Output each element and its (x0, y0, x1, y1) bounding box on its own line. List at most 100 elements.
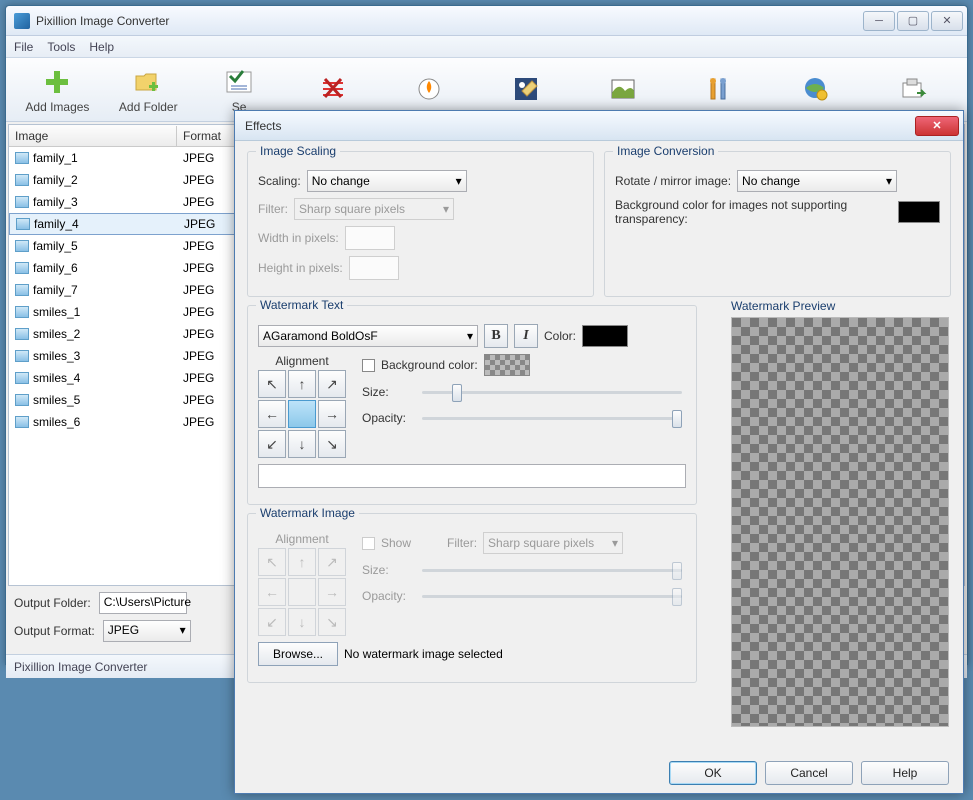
align-right[interactable]: → (318, 400, 346, 428)
dialog-titlebar[interactable]: Effects ✕ (235, 111, 963, 141)
size-label: Size: (362, 385, 412, 399)
font-select[interactable]: AGaramond BoldOsF▾ (258, 325, 478, 347)
no-image-text: No watermark image selected (344, 647, 503, 661)
align-left[interactable]: ← (258, 400, 286, 428)
output-format-select[interactable]: JPEG▾ (103, 620, 191, 642)
align2-bl: ↙ (258, 608, 286, 636)
show-checkbox[interactable] (362, 537, 375, 550)
scaling-select[interactable]: No change▾ (307, 170, 467, 192)
file-format: JPEG (177, 195, 241, 209)
watermark-text-group: Watermark Text AGaramond BoldOsF▾ B I Co… (247, 305, 697, 505)
file-format: JPEG (177, 349, 241, 363)
add-images-button[interactable]: Add Images (12, 60, 103, 120)
bgcolor-label: Background color for images not supporti… (615, 198, 892, 226)
width-field (345, 226, 395, 250)
tools-icon (703, 73, 735, 105)
close-button[interactable]: ✕ (931, 11, 963, 31)
dialog-close-button[interactable]: ✕ (915, 116, 959, 136)
watermark-text-input[interactable] (258, 464, 686, 488)
preview-canvas (731, 317, 949, 727)
browse-button[interactable]: Browse... (258, 642, 338, 666)
size2-label: Size: (362, 563, 412, 577)
file-icon (15, 196, 29, 208)
align2-c (288, 578, 316, 606)
menu-file[interactable]: File (14, 40, 33, 54)
menu-tools[interactable]: Tools (47, 40, 75, 54)
align-top[interactable]: ↑ (288, 370, 316, 398)
file-icon (16, 218, 30, 230)
add-folder-button[interactable]: Add Folder (103, 60, 194, 120)
size-slider[interactable] (422, 382, 682, 402)
rotate-label: Rotate / mirror image: (615, 174, 731, 188)
filter-select: Sharp square pixels▾ (294, 198, 454, 220)
image-scaling-group: Image Scaling Scaling: No change▾ Filter… (247, 151, 594, 297)
output-format-label: Output Format: (14, 624, 95, 638)
align-bottom[interactable]: ↓ (288, 430, 316, 458)
col-image[interactable]: Image (9, 126, 177, 146)
help-button[interactable]: Help (861, 761, 949, 785)
file-format: JPEG (178, 217, 242, 231)
bgcolor-swatch[interactable] (898, 201, 940, 223)
file-name: smiles_2 (33, 327, 80, 341)
menu-help[interactable]: Help (89, 40, 114, 54)
file-icon (15, 328, 29, 340)
minimize-button[interactable]: ─ (863, 11, 895, 31)
status-text: Pixillion Image Converter (14, 660, 147, 674)
dialog-title: Effects (245, 119, 915, 133)
app-title: Pixillion Image Converter (36, 14, 863, 28)
file-name: smiles_1 (33, 305, 80, 319)
output-folder-field[interactable]: C:\Users\Picture (99, 592, 187, 614)
ok-button[interactable]: OK (669, 761, 757, 785)
file-format: JPEG (177, 151, 241, 165)
file-format: JPEG (177, 393, 241, 407)
col-format[interactable]: Format (177, 126, 241, 146)
alignment-grid: ↖ ↑ ↗ ← → ↙ ↓ ↘ (258, 370, 346, 458)
align2-l: ← (258, 578, 286, 606)
align2-tl: ↖ (258, 548, 286, 576)
file-name: family_7 (33, 283, 78, 297)
export-icon (897, 73, 929, 105)
file-format: JPEG (177, 239, 241, 253)
rotate-select[interactable]: No change▾ (737, 170, 897, 192)
file-icon (15, 394, 29, 406)
file-icon (15, 174, 29, 186)
maximize-button[interactable]: ▢ (897, 11, 929, 31)
app-icon (14, 13, 30, 29)
image-conversion-group: Image Conversion Rotate / mirror image: … (604, 151, 951, 297)
watermark-image-group: Watermark Image Alignment ↖ ↑ ↗ ← → ↙ ↓ … (247, 513, 697, 683)
file-format: JPEG (177, 371, 241, 385)
cancel-button[interactable]: Cancel (765, 761, 853, 785)
file-format: JPEG (177, 261, 241, 275)
file-name: family_4 (34, 217, 79, 231)
watermark-preview: Watermark Preview (731, 299, 949, 727)
alignment-label-2: Alignment (258, 532, 346, 546)
align-bottom-right[interactable]: ↘ (318, 430, 346, 458)
burn-icon (413, 73, 445, 105)
align2-br: ↘ (318, 608, 346, 636)
bg-color-label: Background color: (381, 358, 478, 372)
chevron-down-icon: ▾ (467, 329, 473, 343)
align-center[interactable] (288, 400, 316, 428)
file-format: JPEG (177, 283, 241, 297)
align-top-right[interactable]: ↗ (318, 370, 346, 398)
italic-button[interactable]: I (514, 324, 538, 348)
bg-color-swatch[interactable] (484, 354, 530, 376)
size2-slider (422, 560, 682, 580)
alignment-grid-image: ↖ ↑ ↗ ← → ↙ ↓ ↘ (258, 548, 346, 636)
scaling-label: Scaling: (258, 174, 301, 188)
align-bottom-left[interactable]: ↙ (258, 430, 286, 458)
menubar: File Tools Help (6, 36, 967, 58)
chevron-down-icon: ▾ (456, 174, 462, 188)
titlebar[interactable]: Pixillion Image Converter ─ ▢ ✕ (6, 6, 967, 36)
align2-tr: ↗ (318, 548, 346, 576)
opacity-slider[interactable] (422, 408, 682, 428)
align2-r: → (318, 578, 346, 606)
delete-list-icon (317, 73, 349, 105)
show-label: Show (381, 536, 411, 550)
text-color-swatch[interactable] (582, 325, 628, 347)
bold-button[interactable]: B (484, 324, 508, 348)
filter2-label: Filter: (447, 536, 477, 550)
bg-color-checkbox[interactable] (362, 359, 375, 372)
align-top-left[interactable]: ↖ (258, 370, 286, 398)
effects-dialog: Effects ✕ Image Scaling Scaling: No chan… (234, 110, 964, 794)
